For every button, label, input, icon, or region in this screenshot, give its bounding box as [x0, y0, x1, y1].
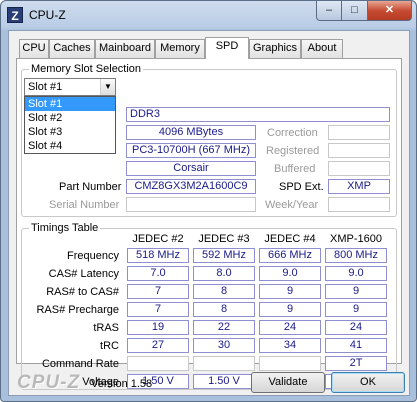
- timing-row-label: tRAS: [93, 322, 119, 334]
- maximize-button[interactable]: □: [342, 1, 368, 21]
- timing-value: 2T: [325, 356, 387, 371]
- timing-value: [259, 356, 321, 371]
- manufacturer-field: Corsair: [126, 161, 256, 176]
- tab-about[interactable]: About: [301, 39, 343, 58]
- timing-value: 22: [193, 320, 255, 335]
- timing-value: 34: [259, 338, 321, 353]
- tab-caches[interactable]: Caches: [49, 39, 95, 58]
- timing-row-label: Frequency: [67, 250, 119, 262]
- caption-buttons: – □ ✕: [316, 1, 412, 21]
- timing-row-label: Command Rate: [41, 358, 119, 370]
- validate-button[interactable]: Validate: [251, 372, 325, 393]
- slot-select-value: Slot #1: [28, 81, 63, 93]
- timing-value: 9: [325, 302, 387, 317]
- timing-row-label: RAS# to CAS#: [46, 286, 119, 298]
- week-year-label: Week/Year: [265, 199, 319, 211]
- title-bar[interactable]: Z CPU-Z – □ ✕: [1, 1, 416, 29]
- slot-dropdown-list: Slot #1 Slot #2 Slot #3 Slot #4: [24, 96, 116, 154]
- timing-value: 30: [193, 338, 255, 353]
- timing-row-label: tRC: [100, 340, 119, 352]
- timing-value: 9: [259, 284, 321, 299]
- timing-value: 9: [259, 302, 321, 317]
- timing-value: 9: [325, 284, 387, 299]
- window-title: CPU-Z: [29, 8, 66, 22]
- memory-type-field: DDR3: [126, 107, 390, 122]
- timings-legend: Timings Table: [29, 222, 101, 234]
- cpuz-app-icon: Z: [7, 7, 23, 23]
- tab-graphics[interactable]: Graphics: [249, 39, 301, 58]
- slot-option[interactable]: Slot #4: [25, 139, 115, 153]
- cpuz-window: Z CPU-Z – □ ✕ CPU Caches Mainboard Memor…: [0, 0, 417, 402]
- version-label: Version 1.58: [91, 378, 153, 390]
- timing-value: 24: [259, 320, 321, 335]
- tab-memory[interactable]: Memory: [155, 39, 205, 58]
- module-size-field: 4096 MBytes: [126, 125, 256, 140]
- timing-col-jedec2: JEDEC #2: [132, 233, 184, 245]
- timing-value: 19: [127, 320, 189, 335]
- slot-option[interactable]: Slot #3: [25, 125, 115, 139]
- correction-field: [328, 125, 390, 140]
- cpuz-logo: CPU-Z: [17, 372, 81, 393]
- timing-value: [193, 356, 255, 371]
- close-button[interactable]: ✕: [368, 1, 412, 21]
- correction-label: Correction: [267, 127, 318, 139]
- slot-option[interactable]: Slot #2: [25, 111, 115, 125]
- timing-row-label: CAS# Latency: [48, 268, 119, 280]
- timing-value: 518 MHz: [127, 248, 189, 263]
- buffered-field: [328, 161, 390, 176]
- serial-number-field: [126, 197, 256, 212]
- timing-value: 9.0: [259, 266, 321, 281]
- timing-value: 7: [127, 284, 189, 299]
- timing-value: [127, 356, 189, 371]
- spd-ext-field: XMP: [328, 179, 390, 194]
- timing-value: 8: [193, 302, 255, 317]
- timing-col-xmp1600: XMP-1600: [330, 233, 382, 245]
- slot-option[interactable]: Slot #1: [25, 97, 115, 111]
- registered-label: Registered: [266, 145, 320, 157]
- timing-value: 1.50 V: [193, 374, 255, 389]
- serial-number-label: Serial Number: [49, 199, 120, 211]
- timing-value: 41: [325, 338, 387, 353]
- spd-ext-label: SPD Ext.: [279, 181, 324, 193]
- timing-value: 666 MHz: [259, 248, 321, 263]
- minimize-button[interactable]: –: [316, 1, 342, 21]
- slot-select[interactable]: Slot #1 ▼: [24, 78, 116, 96]
- timing-value: 24: [325, 320, 387, 335]
- memory-slot-legend: Memory Slot Selection: [29, 63, 144, 75]
- tab-cpu[interactable]: CPU: [19, 39, 49, 58]
- buffered-label: Buffered: [274, 163, 316, 175]
- ok-button[interactable]: OK: [331, 372, 405, 393]
- timing-value: 27: [127, 338, 189, 353]
- timing-value: 8: [193, 284, 255, 299]
- timing-value: 9.0: [325, 266, 387, 281]
- registered-field: [328, 143, 390, 158]
- week-year-field: [328, 197, 390, 212]
- timing-value: 7.0: [127, 266, 189, 281]
- tab-spd[interactable]: SPD: [205, 37, 249, 59]
- timing-col-jedec4: JEDEC #4: [264, 233, 316, 245]
- chevron-down-icon[interactable]: ▼: [100, 79, 115, 95]
- timing-value: 7: [127, 302, 189, 317]
- client-area: CPU Caches Mainboard Memory SPD Graphics…: [8, 30, 410, 396]
- part-number-field: CMZ8GX3M2A1600C9: [126, 179, 256, 194]
- timing-value: 8.0: [193, 266, 255, 281]
- timing-value: 800 MHz: [325, 248, 387, 263]
- timing-value: 592 MHz: [193, 248, 255, 263]
- timing-row-label: RAS# Precharge: [36, 304, 119, 316]
- timing-col-jedec3: JEDEC #3: [198, 233, 250, 245]
- part-number-label: Part Number: [59, 181, 122, 193]
- tab-mainboard[interactable]: Mainboard: [95, 39, 155, 58]
- max-bandwidth-field: PC3-10700H (667 MHz): [126, 143, 256, 158]
